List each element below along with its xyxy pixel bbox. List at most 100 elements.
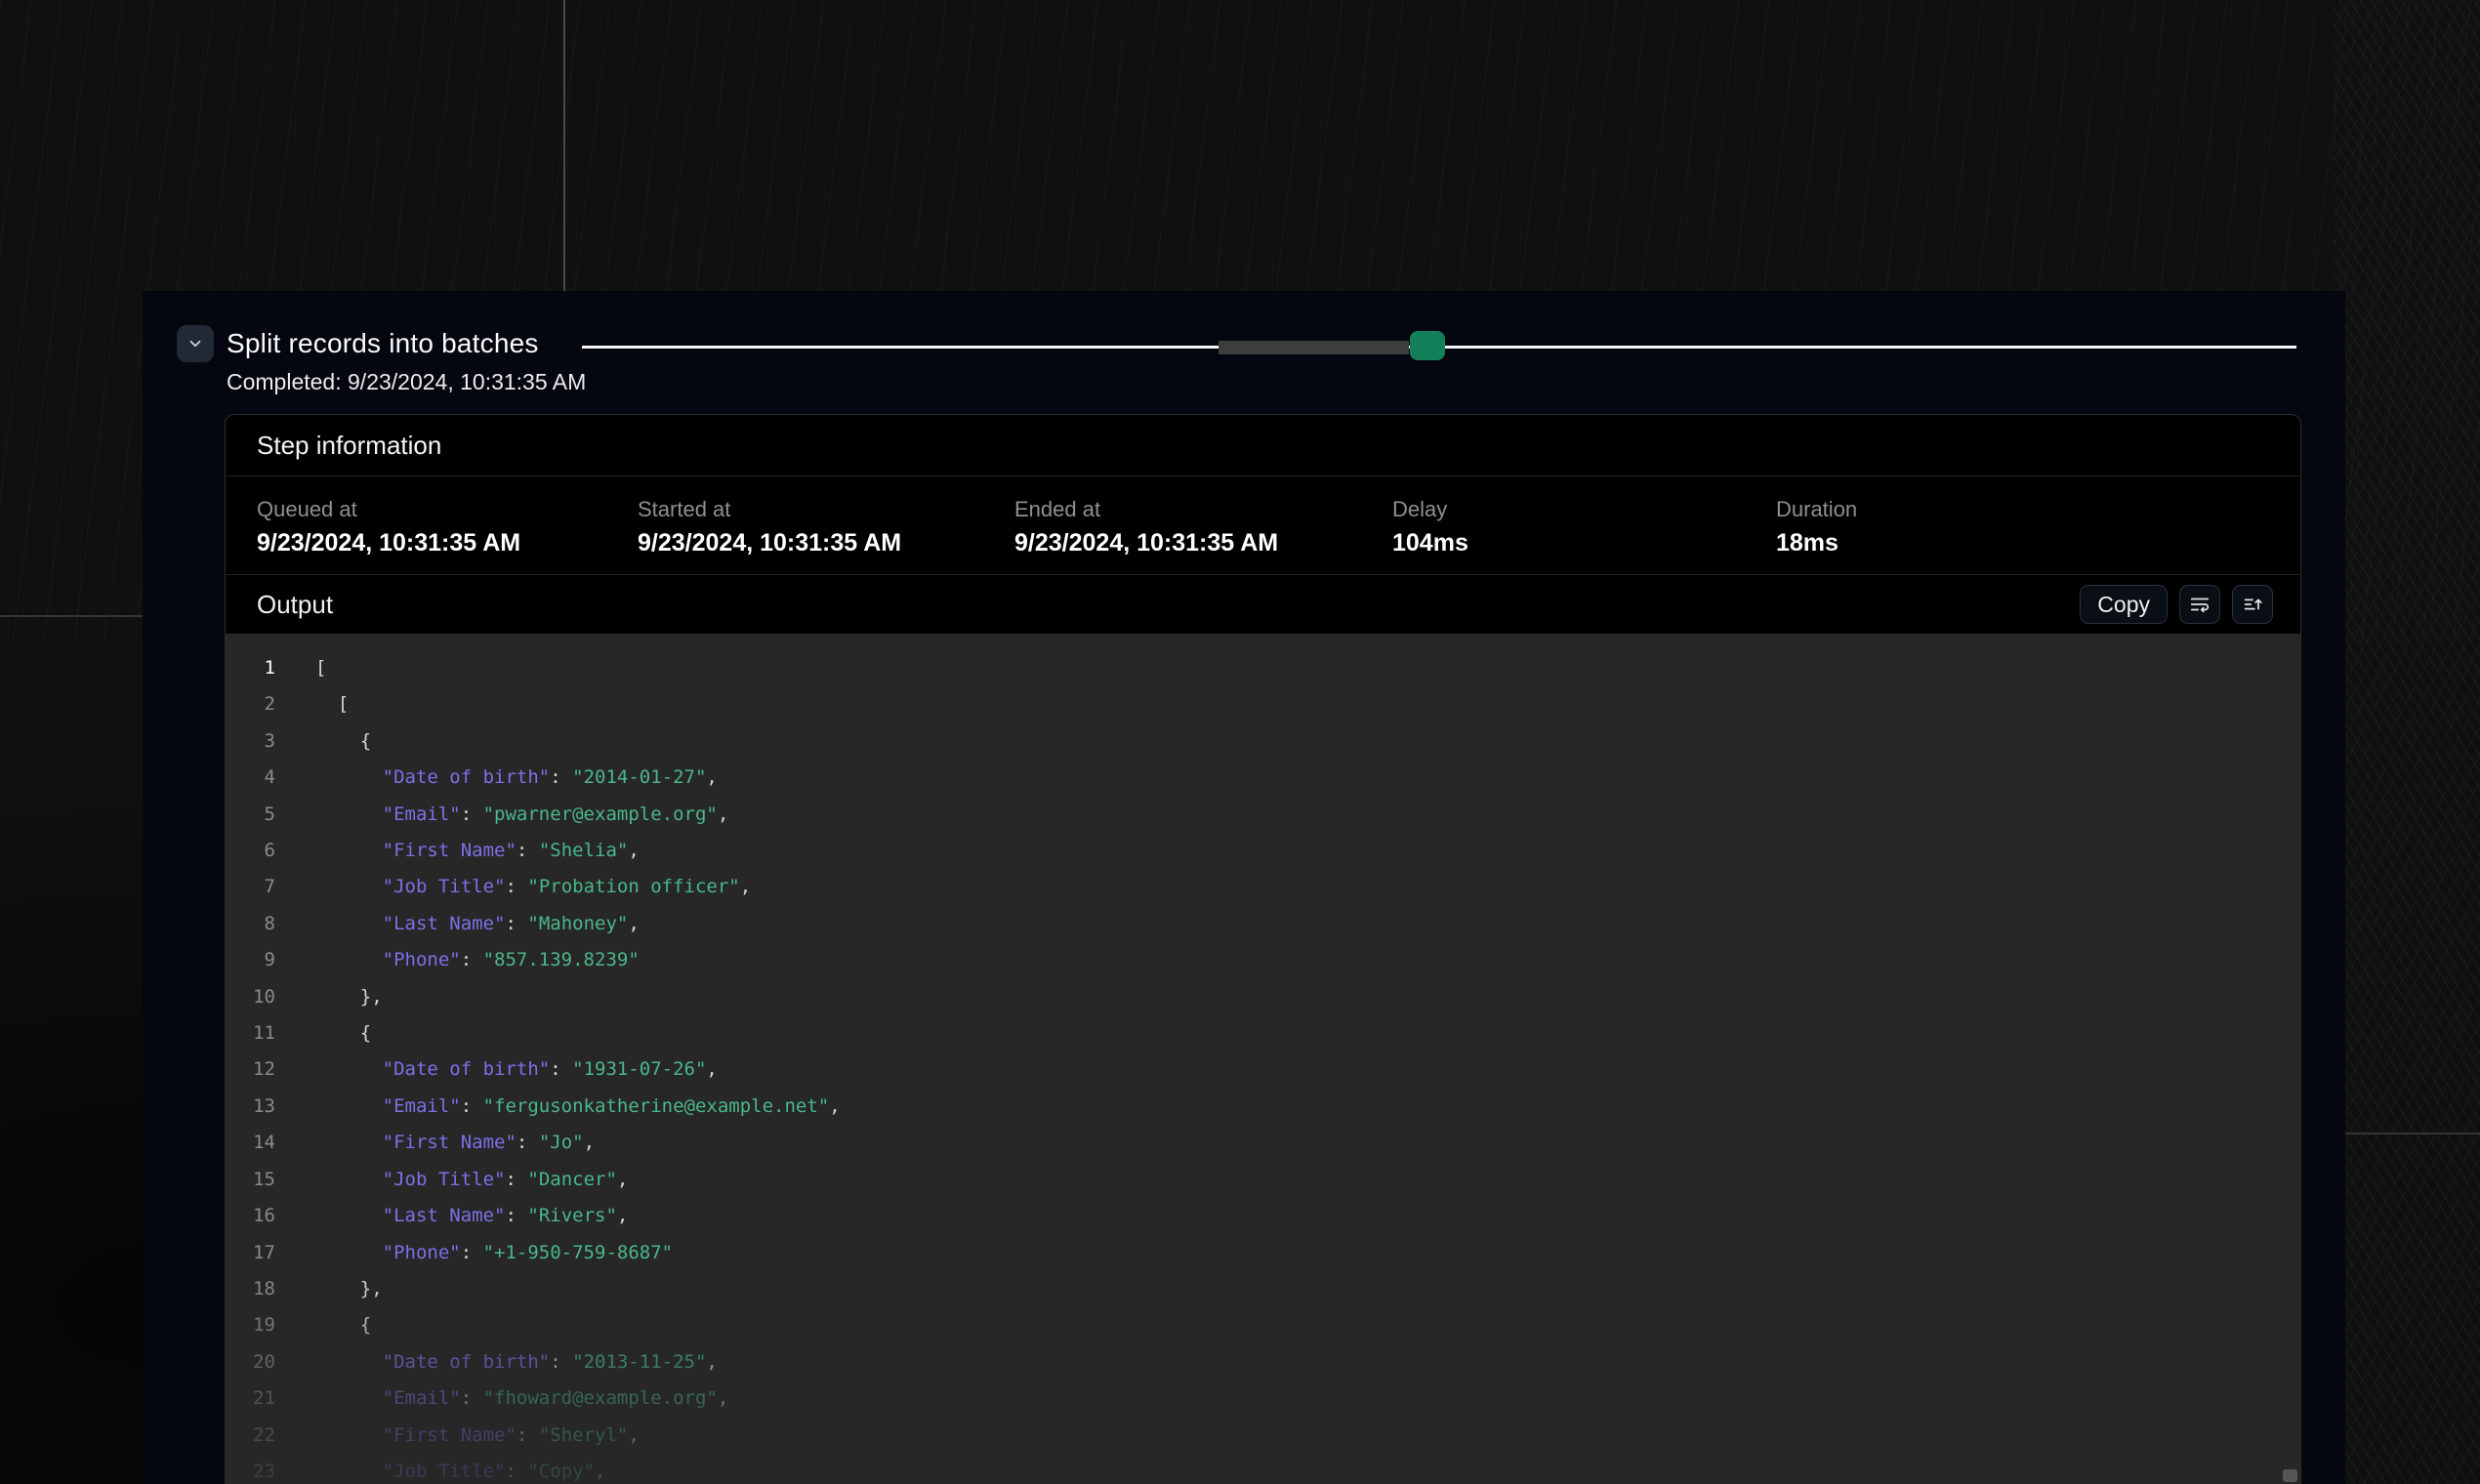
line-number: 15 bbox=[226, 1162, 275, 1198]
background-vertical-line bbox=[563, 0, 565, 291]
line-number: 11 bbox=[226, 1015, 275, 1051]
line-content: "Email": "pwarner@example.org", bbox=[275, 797, 728, 833]
code-line: 12 "Date of birth": "1931-07-26", bbox=[226, 1051, 2300, 1088]
step-information-header: Step information bbox=[226, 415, 2300, 476]
code-line: 3 { bbox=[226, 723, 2300, 760]
sort-ascending-icon bbox=[2242, 594, 2263, 615]
code-line: 8 "Last Name": "Mahoney", bbox=[226, 906, 2300, 942]
code-line: 1[ bbox=[226, 650, 2300, 686]
line-number: 22 bbox=[226, 1418, 275, 1454]
line-number: 5 bbox=[226, 797, 275, 833]
line-content: "Last Name": "Rivers", bbox=[275, 1198, 628, 1234]
line-number: 1 bbox=[226, 650, 275, 686]
background-streaks-right bbox=[2334, 0, 2480, 1484]
meta-delay: Delay 104ms bbox=[1392, 496, 1776, 558]
code-line: 19 { bbox=[226, 1307, 2300, 1343]
line-content: "Phone": "857.139.8239" bbox=[275, 942, 640, 978]
meta-label: Ended at bbox=[1014, 496, 1392, 523]
code-line: 7 "Job Title": "Probation officer", bbox=[226, 869, 2300, 905]
line-number: 13 bbox=[226, 1089, 275, 1125]
step-information-title: Step information bbox=[257, 431, 441, 461]
line-number: 7 bbox=[226, 869, 275, 905]
code-line: 18 }, bbox=[226, 1271, 2300, 1307]
line-content: "Job Title": "Probation officer", bbox=[275, 869, 751, 905]
line-content: "Date of birth": "2013-11-25", bbox=[275, 1344, 718, 1381]
code-line: 16 "Last Name": "Rivers", bbox=[226, 1198, 2300, 1234]
meta-label: Duration bbox=[1776, 496, 2269, 523]
step-completed-text: Completed: 9/23/2024, 10:31:35 AM bbox=[227, 369, 586, 395]
output-code-viewer[interactable]: 1[2 [3 {4 "Date of birth": "2014-01-27",… bbox=[226, 634, 2300, 1484]
line-content: "Date of birth": "1931-07-26", bbox=[275, 1051, 718, 1088]
line-content: { bbox=[275, 723, 371, 760]
code-line: 10 }, bbox=[226, 979, 2300, 1015]
output-title: Output bbox=[257, 590, 333, 620]
line-number: 20 bbox=[226, 1344, 275, 1381]
line-number: 12 bbox=[226, 1051, 275, 1088]
step-meta-row: Queued at 9/23/2024, 10:31:35 AM Started… bbox=[226, 476, 2300, 575]
meta-label: Queued at bbox=[257, 496, 638, 523]
line-content: "First Name": "Sheryl", bbox=[275, 1418, 640, 1454]
slider-handle[interactable] bbox=[1410, 331, 1445, 360]
meta-label: Delay bbox=[1392, 496, 1776, 523]
collapse-step-button[interactable] bbox=[177, 325, 214, 362]
meta-value: 104ms bbox=[1392, 527, 1776, 558]
meta-queued-at: Queued at 9/23/2024, 10:31:35 AM bbox=[257, 496, 638, 558]
code-line: 23 "Job Title": "Copy", bbox=[226, 1454, 2300, 1484]
line-number: 8 bbox=[226, 906, 275, 942]
line-number: 18 bbox=[226, 1271, 275, 1307]
code-line: 9 "Phone": "857.139.8239" bbox=[226, 942, 2300, 978]
timeline-slider[interactable] bbox=[582, 328, 2296, 367]
wrap-text-icon bbox=[2189, 594, 2211, 615]
line-number: 9 bbox=[226, 942, 275, 978]
background-horizontal-line-left bbox=[0, 615, 143, 617]
line-content: [ bbox=[275, 650, 326, 686]
code-line: 5 "Email": "pwarner@example.org", bbox=[226, 797, 2300, 833]
line-number: 23 bbox=[226, 1454, 275, 1484]
output-actions: Copy bbox=[2080, 585, 2273, 624]
code-line: 21 "Email": "fhoward@example.org", bbox=[226, 1381, 2300, 1417]
slider-buffer-segment bbox=[1219, 341, 1409, 354]
chevron-down-icon bbox=[186, 335, 204, 352]
line-number: 16 bbox=[226, 1198, 275, 1234]
line-content: [ bbox=[275, 686, 349, 722]
step-information-card: Step information Queued at 9/23/2024, 10… bbox=[225, 414, 2301, 1484]
code-line: 17 "Phone": "+1-950-759-8687" bbox=[226, 1235, 2300, 1271]
scrollbar-thumb[interactable] bbox=[2283, 1469, 2297, 1482]
line-number: 19 bbox=[226, 1307, 275, 1343]
screen: Split records into batches Completed: 9/… bbox=[0, 0, 2480, 1484]
line-number: 4 bbox=[226, 760, 275, 796]
copy-button[interactable]: Copy bbox=[2080, 585, 2168, 624]
line-number: 21 bbox=[226, 1381, 275, 1417]
step-detail-panel: Split records into batches Completed: 9/… bbox=[143, 291, 2345, 1484]
code-line: 20 "Date of birth": "2013-11-25", bbox=[226, 1344, 2300, 1381]
line-content: "Email": "fergusonkatherine@example.net"… bbox=[275, 1089, 841, 1125]
line-content: "Last Name": "Mahoney", bbox=[275, 906, 640, 942]
line-number: 17 bbox=[226, 1235, 275, 1271]
line-content: }, bbox=[275, 979, 383, 1015]
output-header: Output Copy bbox=[226, 575, 2300, 634]
line-number: 3 bbox=[226, 723, 275, 760]
line-content: "Phone": "+1-950-759-8687" bbox=[275, 1235, 673, 1271]
meta-label: Started at bbox=[638, 496, 1014, 523]
meta-value: 9/23/2024, 10:31:35 AM bbox=[1014, 527, 1392, 558]
line-content: "First Name": "Shelia", bbox=[275, 833, 640, 869]
code-line: 6 "First Name": "Shelia", bbox=[226, 833, 2300, 869]
line-content: "Job Title": "Dancer", bbox=[275, 1162, 628, 1198]
line-content: "Job Title": "Copy", bbox=[275, 1454, 605, 1484]
background-horizontal-line-right bbox=[2345, 1133, 2480, 1134]
code-lines: 1[2 [3 {4 "Date of birth": "2014-01-27",… bbox=[226, 634, 2300, 1484]
line-content: "First Name": "Jo", bbox=[275, 1125, 595, 1161]
line-number: 6 bbox=[226, 833, 275, 869]
sort-ascending-button[interactable] bbox=[2232, 585, 2273, 624]
line-content: "Email": "fhoward@example.org", bbox=[275, 1381, 728, 1417]
meta-value: 9/23/2024, 10:31:35 AM bbox=[257, 527, 638, 558]
step-title: Split records into batches bbox=[227, 325, 539, 362]
code-line: 4 "Date of birth": "2014-01-27", bbox=[226, 760, 2300, 796]
line-content: { bbox=[275, 1015, 371, 1051]
code-line: 22 "First Name": "Sheryl", bbox=[226, 1418, 2300, 1454]
meta-started-at: Started at 9/23/2024, 10:31:35 AM bbox=[638, 496, 1014, 558]
wrap-text-button[interactable] bbox=[2179, 585, 2220, 624]
line-content: "Date of birth": "2014-01-27", bbox=[275, 760, 718, 796]
line-content: }, bbox=[275, 1271, 383, 1307]
line-content: { bbox=[275, 1307, 371, 1343]
